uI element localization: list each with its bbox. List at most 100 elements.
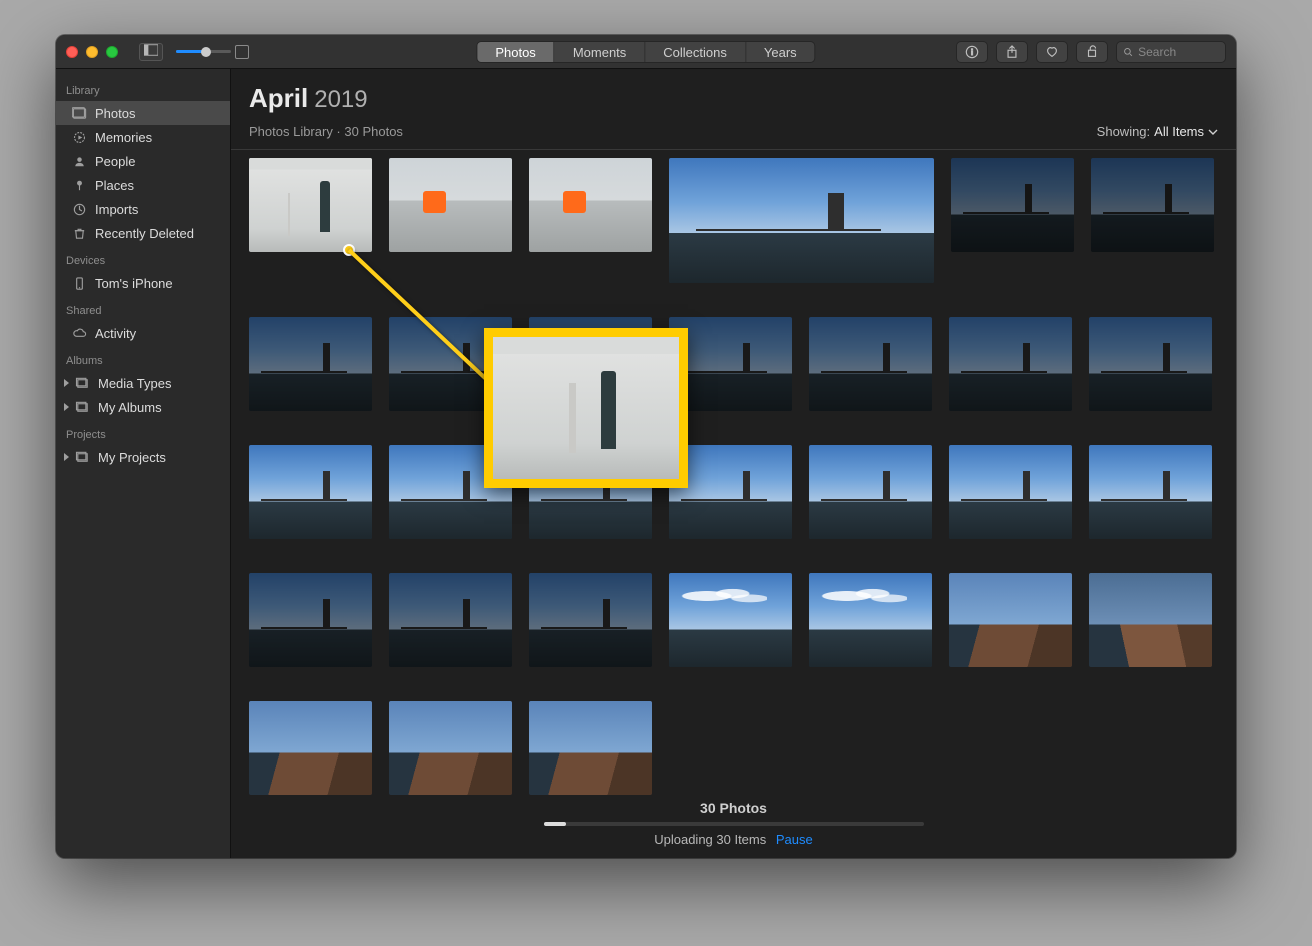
sidebar: Library Photos Memories People Places Im…	[56, 69, 231, 858]
footer: 30 Photos Uploading 30 Items Pause	[231, 796, 1236, 858]
photo-thumbnail[interactable]	[389, 701, 512, 795]
sidebar-item-label: Recently Deleted	[95, 226, 194, 241]
photo-thumbnail[interactable]	[669, 573, 792, 667]
sidebar-item-label: People	[95, 154, 135, 169]
favorite-button[interactable]	[1036, 41, 1068, 63]
sidebar-item-activity[interactable]: Activity	[56, 321, 230, 345]
photo-thumbnail[interactable]	[389, 573, 512, 667]
photo-thumbnail[interactable]	[949, 317, 1072, 411]
chevron-down-icon	[1208, 127, 1218, 137]
photo-thumbnail[interactable]	[249, 158, 372, 252]
photo-thumbnail[interactable]	[809, 317, 932, 411]
photo-thumbnail[interactable]	[1091, 158, 1214, 252]
sidebar-item-iphone[interactable]: Tom's iPhone	[56, 271, 230, 295]
sidebar-item-people[interactable]: People	[56, 149, 230, 173]
stack-icon	[75, 400, 90, 415]
photo-thumbnail[interactable]	[949, 573, 1072, 667]
photo-thumbnail[interactable]	[389, 158, 512, 252]
sidebar-item-label: Places	[95, 178, 134, 193]
app-window: Photos Moments Collections Years	[56, 35, 1236, 858]
chevron-right-icon	[64, 379, 69, 387]
iphone-icon	[72, 276, 87, 291]
share-button[interactable]	[996, 41, 1028, 63]
section-albums: Albums	[56, 351, 230, 371]
sidebar-item-label: My Albums	[98, 400, 162, 415]
imports-icon	[72, 202, 87, 217]
page-title-month: April	[249, 83, 308, 114]
photo-thumbnail[interactable]	[249, 317, 372, 411]
sidebar-item-label: Imports	[95, 202, 138, 217]
chevron-right-icon	[64, 403, 69, 411]
breadcrumb: Photos Library · 30 Photos	[249, 124, 403, 139]
trash-icon	[72, 226, 87, 241]
sidebar-item-imports[interactable]: Imports	[56, 197, 230, 221]
pause-link[interactable]: Pause	[776, 832, 813, 847]
traffic-lights	[66, 46, 118, 58]
search-field[interactable]	[1116, 41, 1226, 63]
sidebar-item-my-projects[interactable]: My Projects	[56, 445, 230, 469]
body: Library Photos Memories People Places Im…	[56, 69, 1236, 858]
view-segmented-control: Photos Moments Collections Years	[476, 41, 815, 63]
stack-icon	[75, 376, 90, 391]
photo-thumbnail[interactable]	[669, 158, 934, 283]
rotate-button[interactable]	[1076, 41, 1108, 63]
footer-count: 30 Photos	[700, 800, 767, 816]
sidebar-item-media-types[interactable]: Media Types	[56, 371, 230, 395]
people-icon	[72, 154, 87, 169]
fullscreen-button[interactable]	[106, 46, 118, 58]
places-icon	[72, 178, 87, 193]
photo-thumbnail[interactable]	[529, 573, 652, 667]
page-subheader: Photos Library · 30 Photos Showing: All …	[231, 118, 1236, 150]
photo-thumbnail[interactable]	[951, 158, 1074, 252]
photo-thumbnail[interactable]	[1089, 445, 1212, 539]
photo-thumbnail[interactable]	[949, 445, 1072, 539]
stack-icon	[75, 450, 90, 465]
upload-status-text: Uploading 30 Items	[654, 832, 766, 847]
info-button[interactable]	[956, 41, 988, 63]
photo-thumbnail[interactable]	[249, 573, 372, 667]
section-library: Library	[56, 81, 230, 101]
photo-grid	[249, 158, 1218, 796]
tab-photos[interactable]: Photos	[477, 42, 554, 62]
sidebar-item-label: Media Types	[98, 376, 171, 391]
sidebar-item-photos[interactable]: Photos	[56, 101, 230, 125]
photo-thumbnail[interactable]	[1089, 317, 1212, 411]
close-button[interactable]	[66, 46, 78, 58]
photo-thumbnail[interactable]	[809, 573, 932, 667]
section-shared: Shared	[56, 301, 230, 321]
thumbnail-zoom-slider[interactable]	[176, 45, 249, 59]
page-title-year: 2019	[314, 86, 367, 114]
photo-thumbnail[interactable]	[249, 445, 372, 539]
sidebar-item-recently-deleted[interactable]: Recently Deleted	[56, 221, 230, 245]
sidebar-item-memories[interactable]: Memories	[56, 125, 230, 149]
photo-thumbnail[interactable]	[809, 445, 932, 539]
photos-icon	[72, 106, 87, 121]
tab-years[interactable]: Years	[746, 42, 815, 62]
cloud-icon	[72, 326, 87, 341]
sidebar-item-places[interactable]: Places	[56, 173, 230, 197]
photo-thumbnail[interactable]	[529, 158, 652, 252]
sidebar-item-my-albums[interactable]: My Albums	[56, 395, 230, 419]
sidebar-toggle-button[interactable]	[139, 43, 163, 61]
section-devices: Devices	[56, 251, 230, 271]
search-input[interactable]	[1138, 45, 1219, 59]
section-projects: Projects	[56, 425, 230, 445]
footer-status: Uploading 30 Items Pause	[654, 832, 813, 847]
minimize-button[interactable]	[86, 46, 98, 58]
showing-value: All Items	[1154, 124, 1204, 139]
content-area: April 2019 Photos Library · 30 Photos Sh…	[231, 69, 1236, 858]
page-header: April 2019	[231, 69, 1236, 118]
sidebar-item-label: Activity	[95, 326, 136, 341]
showing-label: Showing:	[1097, 124, 1150, 139]
sidebar-item-label: Photos	[95, 106, 135, 121]
tab-moments[interactable]: Moments	[555, 42, 645, 62]
grid-wrap	[231, 150, 1236, 796]
tab-collections[interactable]: Collections	[645, 42, 746, 62]
annotation-zoom-preview	[484, 328, 688, 488]
chevron-right-icon	[64, 453, 69, 461]
sidebar-item-label: Tom's iPhone	[95, 276, 173, 291]
showing-filter[interactable]: Showing: All Items	[1097, 124, 1218, 139]
photo-thumbnail[interactable]	[529, 701, 652, 795]
photo-thumbnail[interactable]	[249, 701, 372, 795]
photo-thumbnail[interactable]	[1089, 573, 1212, 667]
